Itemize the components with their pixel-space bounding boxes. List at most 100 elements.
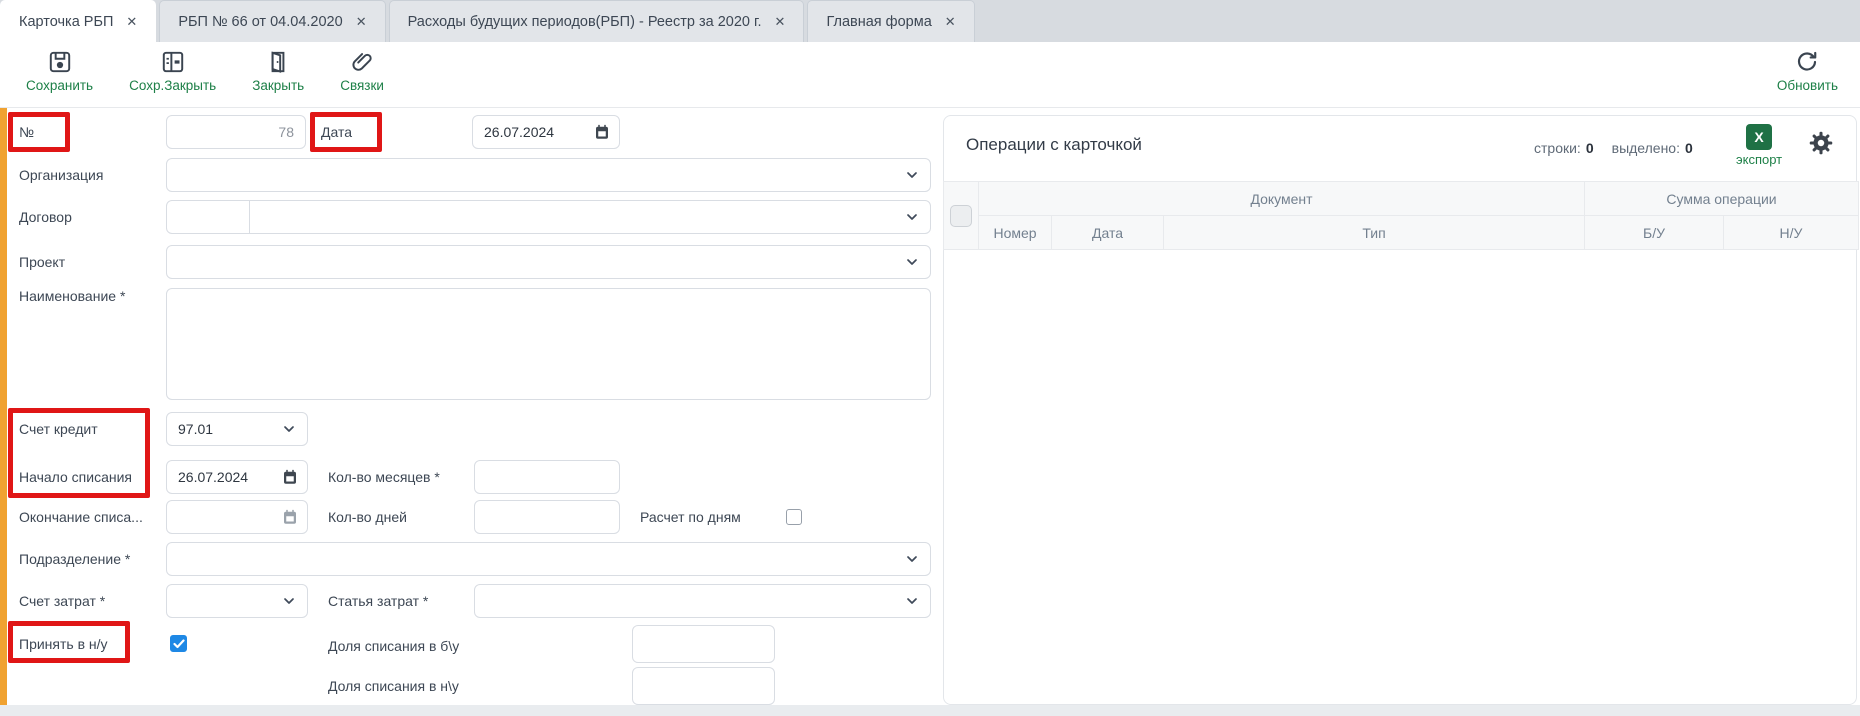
column-header-bu: Б/У: [1584, 215, 1724, 250]
refresh-icon: [1794, 49, 1820, 75]
chevron-down-icon: [281, 421, 297, 437]
credit-account-label: Счет кредит: [19, 412, 98, 446]
credit-account-value: 97.01: [178, 413, 213, 445]
tab-close-icon[interactable]: ✕: [356, 14, 367, 30]
tab-main-form[interactable]: Главная форма ✕: [807, 0, 974, 42]
rows-label: строки:: [1534, 140, 1581, 156]
close-button[interactable]: Закрыть: [252, 49, 304, 93]
annotation-box-number: [8, 112, 70, 152]
panel-title: Операции с карточкой: [966, 135, 1142, 155]
refresh-button[interactable]: Обновить: [1777, 49, 1838, 93]
start-date-input[interactable]: 26.07.2024: [166, 460, 308, 494]
project-label: Проект: [19, 245, 65, 279]
organization-label: Организация: [19, 158, 103, 192]
number-value: 78: [278, 116, 294, 148]
accent-stripe: [0, 108, 7, 705]
number-input[interactable]: 78: [166, 115, 306, 149]
tab-label: Расходы будущих периодов(РБП) - Реестр з…: [408, 14, 762, 30]
save-close-button[interactable]: Сохр.Закрыть: [129, 49, 216, 93]
tab-bar: Карточка РБП ✕ РБП № 66 от 04.04.2020 ✕ …: [0, 0, 1860, 42]
chevron-down-icon: [904, 167, 920, 183]
links-button[interactable]: Связки: [340, 49, 384, 93]
toolbar: Сохранить Сохр.Закрыть: [0, 42, 1860, 108]
start-date-value: 26.07.2024: [178, 461, 248, 493]
number-label: №: [19, 115, 34, 149]
column-header-number: Номер: [978, 215, 1052, 250]
save-label: Сохранить: [26, 78, 93, 93]
share-bu-label: Доля списания в б\у: [328, 627, 459, 665]
column-header-nu: Н/У: [1723, 215, 1859, 250]
tab-close-icon[interactable]: ✕: [126, 14, 137, 30]
project-select[interactable]: [166, 245, 931, 279]
save-icon: [47, 49, 73, 75]
cost-item-select[interactable]: [474, 584, 931, 618]
name-textarea[interactable]: [166, 288, 931, 400]
name-label: Наименование *: [19, 286, 125, 306]
cost-account-select[interactable]: [166, 584, 308, 618]
calendar-icon[interactable]: [281, 468, 299, 486]
organization-select[interactable]: [166, 158, 931, 192]
end-date-label: Окончание списа...: [19, 500, 143, 534]
tab-close-icon[interactable]: ✕: [775, 14, 786, 30]
save-button[interactable]: Сохранить: [26, 49, 93, 93]
months-count-label: Кол-во месяцев *: [328, 460, 440, 494]
door-icon: [265, 49, 291, 75]
months-count-input[interactable]: [474, 460, 620, 494]
panel-stats: строки: 0 выделено: 0: [1534, 140, 1693, 156]
checkmark-icon: [173, 639, 185, 649]
gear-icon[interactable]: [1808, 130, 1834, 156]
department-label: Подразделение *: [19, 542, 130, 576]
cost-item-label: Статья затрат *: [328, 584, 428, 618]
contract-select[interactable]: [166, 200, 931, 234]
share-bu-input[interactable]: [632, 625, 775, 663]
tab-label: Карточка РБП: [19, 14, 113, 30]
tab-rbp-registry[interactable]: Расходы будущих периодов(РБП) - Реестр з…: [389, 0, 805, 42]
column-header-type: Тип: [1163, 215, 1585, 250]
selected-counter: выделено: 0: [1612, 140, 1693, 156]
calendar-icon[interactable]: [281, 508, 299, 526]
credit-account-select[interactable]: 97.01: [166, 412, 308, 446]
department-select[interactable]: [166, 542, 931, 576]
contract-label: Договор: [19, 200, 72, 234]
calendar-icon[interactable]: [593, 123, 611, 141]
refresh-label: Обновить: [1777, 78, 1838, 93]
select-all-checkbox[interactable]: [950, 205, 972, 227]
tab-rbp-66[interactable]: РБП № 66 от 04.04.2020 ✕: [159, 0, 385, 42]
calc-by-days-label: Расчет по дням: [640, 500, 741, 534]
days-count-input[interactable]: [474, 500, 620, 534]
calc-by-days-checkbox[interactable]: [786, 509, 802, 525]
share-nu-label: Доля списания в н\у: [328, 667, 459, 705]
tab-close-icon[interactable]: ✕: [945, 14, 956, 30]
card-operations-panel: Операции с карточкой строки: 0 выделено: 0…: [943, 115, 1857, 705]
column-header-date: Дата: [1051, 215, 1164, 250]
column-header-sum: Сумма операции: [1584, 181, 1859, 216]
rows-count: 0: [1586, 140, 1594, 156]
selected-count: 0: [1685, 140, 1693, 156]
bottom-strip: [0, 705, 1860, 716]
share-nu-input[interactable]: [632, 667, 775, 705]
selected-label: выделено:: [1612, 140, 1680, 156]
date-value: 26.07.2024: [484, 116, 554, 148]
start-date-label: Начало списания: [19, 460, 132, 494]
tab-label: РБП № 66 от 04.04.2020: [178, 14, 342, 30]
cost-account-label: Счет затрат *: [19, 584, 105, 618]
tab-rbp-card[interactable]: Карточка РБП ✕: [0, 0, 156, 42]
accept-nu-checkbox[interactable]: [170, 635, 187, 652]
rbp-card-screen: Карточка РБП ✕ РБП № 66 от 04.04.2020 ✕ …: [0, 0, 1860, 716]
date-label: Дата: [321, 115, 352, 149]
accept-nu-label: Принять в н/у: [19, 627, 108, 661]
select-all-cell: [943, 181, 979, 250]
end-date-input[interactable]: [166, 500, 308, 534]
chevron-down-icon: [281, 593, 297, 609]
chevron-down-icon: [904, 593, 920, 609]
export-excel-button[interactable]: X экспорт: [1736, 124, 1782, 167]
paperclip-icon: [349, 49, 375, 75]
export-label: экспорт: [1736, 152, 1782, 167]
grid-body-empty: [944, 250, 1856, 704]
column-header-document: Документ: [978, 181, 1585, 216]
field-divider: [249, 201, 250, 233]
chevron-down-icon: [904, 209, 920, 225]
days-count-label: Кол-во дней: [328, 500, 407, 534]
excel-icon: X: [1746, 124, 1772, 150]
date-input[interactable]: 26.07.2024: [472, 115, 620, 149]
